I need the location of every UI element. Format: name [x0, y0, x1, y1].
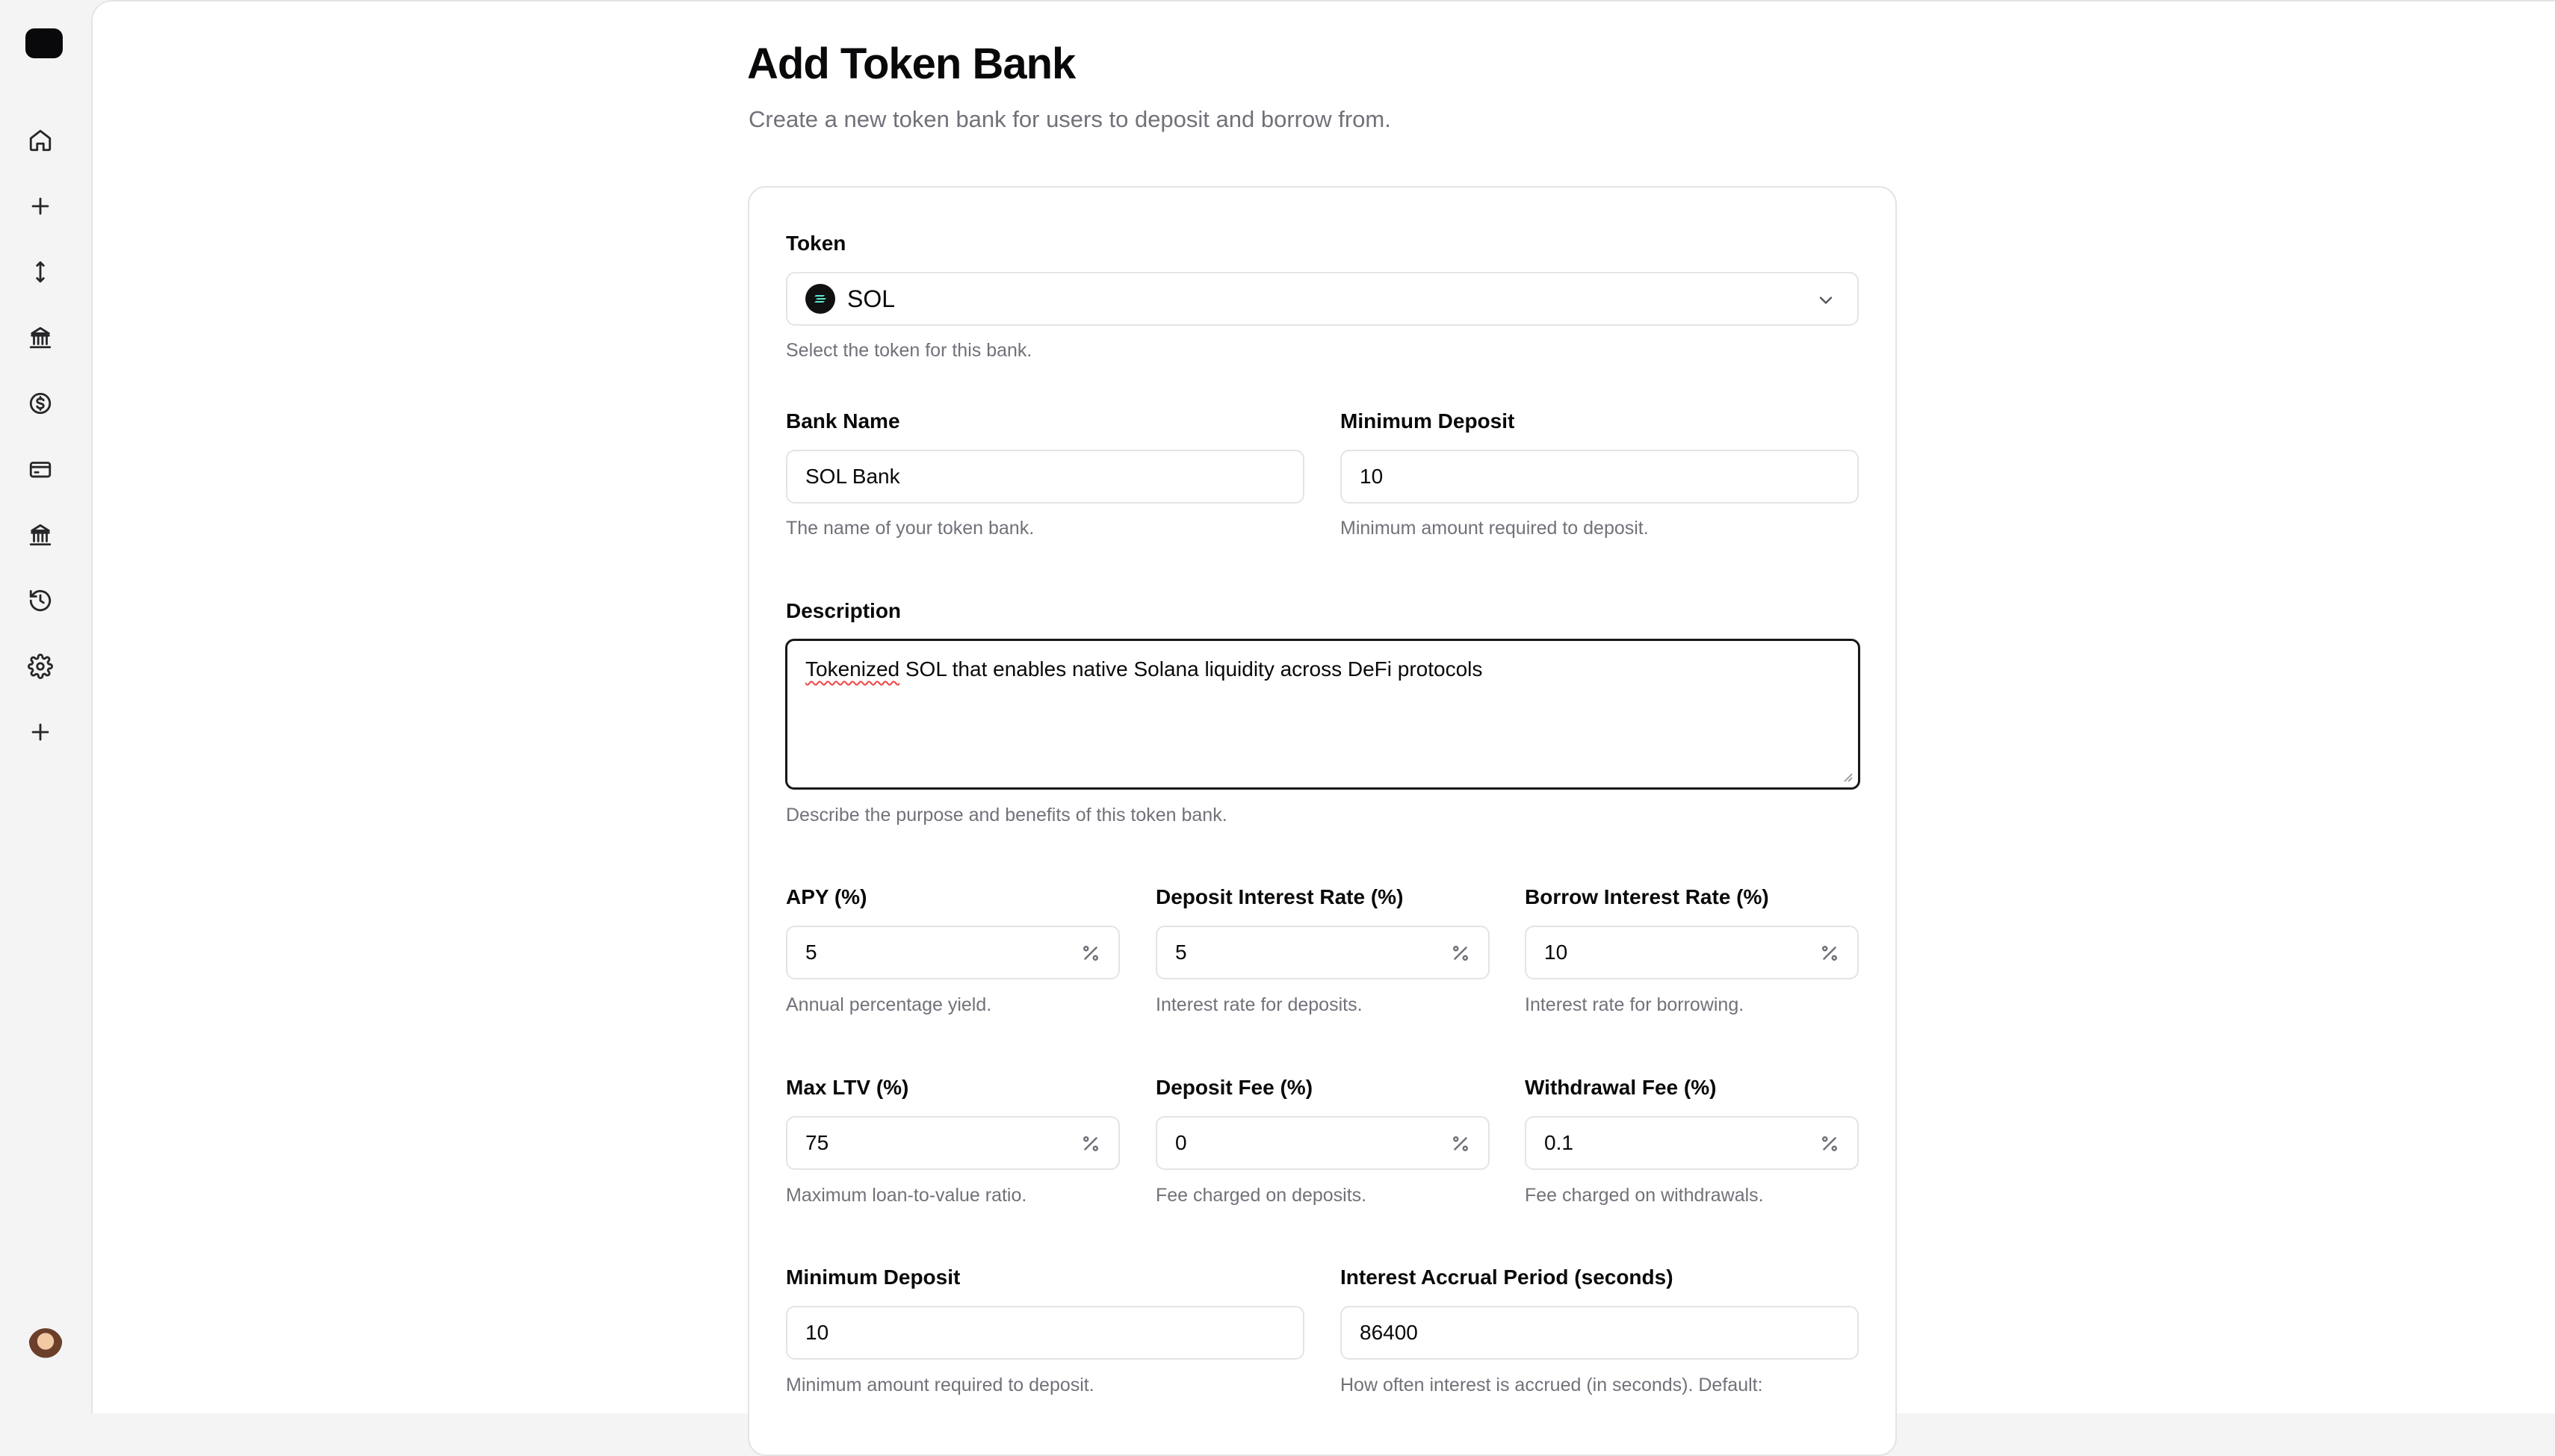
app-logo[interactable] — [25, 28, 63, 58]
chevron-down-icon — [1815, 290, 1836, 316]
percent-icon — [1449, 1133, 1472, 1155]
token-select-value: SOL — [847, 285, 896, 312]
withdrawal-fee-value: 0.1 — [1544, 1131, 1573, 1154]
percent-icon — [1449, 942, 1472, 964]
min-deposit-hint: Minimum amount required to deposit. — [1340, 518, 1649, 539]
max-ltv-input[interactable]: 75 — [786, 1116, 1120, 1170]
deposit-rate-hint: Interest rate for deposits. — [1156, 994, 1363, 1015]
nav-bank-icon[interactable] — [24, 321, 57, 354]
nav-gear-icon[interactable] — [24, 650, 57, 683]
max-ltv-hint: Maximum loan-to-value ratio. — [786, 1185, 1027, 1206]
withdrawal-fee-label: Withdrawal Fee (%) — [1525, 1076, 1717, 1099]
borrow-rate-value: 10 — [1544, 941, 1568, 964]
nav-arrows-vertical-icon[interactable] — [24, 255, 57, 288]
max-ltv-label: Max LTV (%) — [786, 1076, 909, 1099]
percent-icon — [1080, 942, 1102, 964]
description-misspelled-word: Tokenized — [805, 657, 900, 681]
deposit-fee-hint: Fee charged on deposits. — [1156, 1185, 1367, 1206]
min-deposit-input[interactable]: 10 — [1340, 450, 1859, 504]
min-deposit-2-hint: Minimum amount required to deposit. — [786, 1375, 1094, 1395]
deposit-fee-input[interactable]: 0 — [1156, 1116, 1490, 1170]
min-deposit-label: Minimum Deposit — [1340, 409, 1515, 433]
description-text: SOL that enables native Solana liquidity… — [899, 657, 1483, 681]
interest-period-input[interactable]: 86400 — [1340, 1306, 1859, 1360]
nav-home-icon[interactable] — [24, 124, 57, 157]
deposit-fee-value: 0 — [1175, 1131, 1187, 1154]
apy-value: 5 — [805, 941, 817, 964]
nav-dollar-icon[interactable] — [24, 387, 57, 420]
apy-label: APY (%) — [786, 885, 867, 908]
description-textarea[interactable]: Tokenized SOL that enables native Solana… — [785, 639, 1860, 790]
sidebar — [0, 0, 91, 1413]
token-select[interactable]: SOL — [786, 272, 1859, 326]
deposit-rate-value: 5 — [1175, 941, 1187, 964]
apy-hint: Annual percentage yield. — [786, 994, 992, 1015]
token-hint: Select the token for this bank. — [786, 340, 1032, 361]
page-title: Add Token Bank — [747, 40, 1076, 88]
bank-name-input[interactable]: SOL Bank — [786, 450, 1304, 504]
percent-icon — [1080, 1133, 1102, 1155]
nav-history-icon[interactable] — [24, 584, 57, 617]
resize-handle-icon[interactable] — [1840, 769, 1853, 783]
deposit-fee-label: Deposit Fee (%) — [1156, 1076, 1313, 1099]
sol-token-icon — [805, 284, 835, 314]
bank-name-label: Bank Name — [786, 409, 900, 433]
page-subtitle: Create a new token bank for users to dep… — [749, 106, 1391, 132]
min-deposit-2-input[interactable]: 10 — [786, 1306, 1304, 1360]
borrow-rate-label: Borrow Interest Rate (%) — [1525, 885, 1769, 908]
nav-bank-icon-2[interactable] — [24, 518, 57, 551]
withdrawal-fee-input[interactable]: 0.1 — [1525, 1116, 1859, 1170]
user-avatar[interactable] — [28, 1328, 63, 1363]
interest-period-hint: How often interest is accrued (in second… — [1340, 1375, 1763, 1395]
withdrawal-fee-hint: Fee charged on withdrawals. — [1525, 1185, 1764, 1206]
borrow-rate-input[interactable]: 10 — [1525, 926, 1859, 979]
interest-period-label: Interest Accrual Period (seconds) — [1340, 1266, 1673, 1289]
deposit-rate-label: Deposit Interest Rate (%) — [1156, 885, 1404, 908]
bank-name-hint: The name of your token bank. — [786, 518, 1035, 539]
min-deposit-2-label: Minimum Deposit — [786, 1266, 961, 1289]
deposit-rate-input[interactable]: 5 — [1156, 926, 1490, 979]
nav-credit-card-icon[interactable] — [24, 453, 57, 486]
apy-input[interactable]: 5 — [786, 926, 1120, 979]
max-ltv-value: 75 — [805, 1131, 829, 1154]
percent-icon — [1818, 1133, 1841, 1155]
token-label: Token — [786, 232, 846, 255]
nav-plus-icon[interactable] — [24, 190, 57, 223]
description-hint: Describe the purpose and benefits of thi… — [786, 805, 1227, 825]
borrow-rate-hint: Interest rate for borrowing. — [1525, 994, 1744, 1015]
nav-plus-icon-2[interactable] — [24, 716, 57, 749]
percent-icon — [1818, 942, 1841, 964]
description-label: Description — [786, 599, 902, 622]
